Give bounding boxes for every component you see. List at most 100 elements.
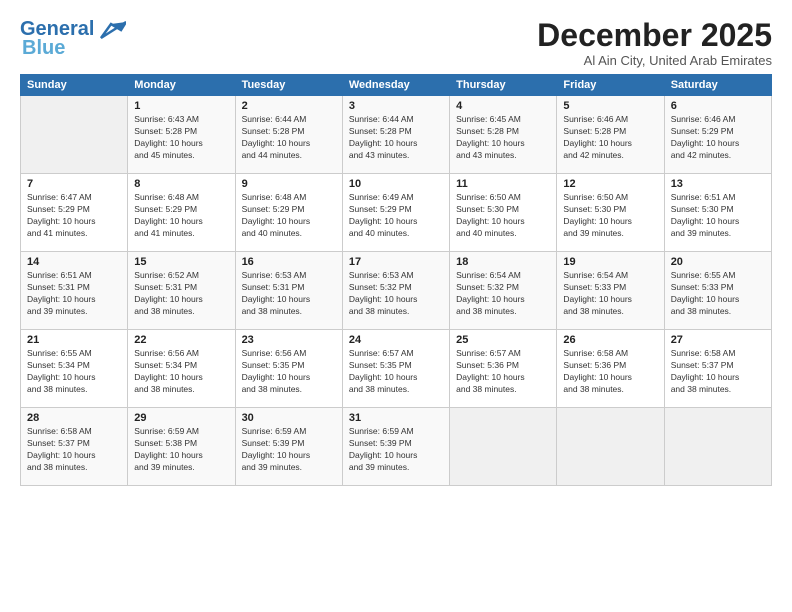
calendar-cell	[450, 408, 557, 486]
calendar-cell: 12 Sunrise: 6:50 AM Sunset: 5:30 PM Dayli…	[557, 174, 664, 252]
logo: General Blue	[20, 18, 126, 60]
calendar-cell: 14Sunrise: 6:51 AM Sunset: 5:31 PM Dayli…	[21, 252, 128, 330]
calendar-cell: 28 Sunrise: 6:58 AM Sunset: 5:37 PM Dayli…	[21, 408, 128, 486]
calendar-week-1: 1 Sunrise: 6:43 AM Sunset: 5:28 PM Daylig…	[21, 96, 772, 174]
weekday-header-row: Sunday Monday Tuesday Wednesday Thursday…	[21, 75, 772, 96]
day-number: 15	[134, 256, 228, 268]
calendar-cell: 21 Sunrise: 6:55 AM Sunset: 5:34 PM Dayli…	[21, 330, 128, 408]
calendar-cell: 2 Sunrise: 6:44 AM Sunset: 5:28 PM Daylig…	[235, 96, 342, 174]
day-number: 7	[27, 178, 121, 190]
day-number: 16	[242, 256, 336, 268]
header-sunday: Sunday	[21, 75, 128, 96]
day-number: 21	[27, 334, 121, 346]
day-info: Sunrise: 6:59 AM Sunset: 5:39 PM Dayligh…	[349, 426, 443, 474]
day-number: 11	[456, 178, 550, 190]
calendar-cell: 4Sunrise: 6:45 AM Sunset: 5:28 PM Daylig…	[450, 96, 557, 174]
calendar-week-5: 28 Sunrise: 6:58 AM Sunset: 5:37 PM Dayli…	[21, 408, 772, 486]
day-info: Sunrise: 6:46 AM Sunset: 5:29 PM Dayligh…	[671, 114, 765, 162]
day-info: Sunrise: 6:43 AM Sunset: 5:28 PM Dayligh…	[134, 114, 228, 162]
title-block: December 2025 Al Ain City, United Arab E…	[537, 18, 772, 68]
calendar-cell: 30 Sunrise: 6:59 AM Sunset: 5:39 PM Dayli…	[235, 408, 342, 486]
day-info: Sunrise: 6:58 AM Sunset: 5:37 PM Dayligh…	[671, 348, 765, 396]
calendar-cell: 3Sunrise: 6:44 AM Sunset: 5:28 PM Daylig…	[342, 96, 449, 174]
day-info: Sunrise: 6:52 AM Sunset: 5:31 PM Dayligh…	[134, 270, 228, 318]
calendar-cell: 15 Sunrise: 6:52 AM Sunset: 5:31 PM Dayli…	[128, 252, 235, 330]
day-number: 12	[563, 178, 657, 190]
day-number: 17	[349, 256, 443, 268]
day-info: Sunrise: 6:54 AM Sunset: 5:33 PM Dayligh…	[563, 270, 657, 318]
day-info: Sunrise: 6:46 AM Sunset: 5:28 PM Dayligh…	[563, 114, 657, 162]
calendar-cell: 11 Sunrise: 6:50 AM Sunset: 5:30 PM Dayli…	[450, 174, 557, 252]
day-number: 19	[563, 256, 657, 268]
calendar-cell	[557, 408, 664, 486]
day-info: Sunrise: 6:59 AM Sunset: 5:39 PM Dayligh…	[242, 426, 336, 474]
header-monday: Monday	[128, 75, 235, 96]
day-info: Sunrise: 6:44 AM Sunset: 5:28 PM Dayligh…	[242, 114, 336, 162]
day-number: 20	[671, 256, 765, 268]
day-info: Sunrise: 6:51 AM Sunset: 5:31 PM Dayligh…	[27, 270, 121, 318]
day-number: 27	[671, 334, 765, 346]
day-info: Sunrise: 6:57 AM Sunset: 5:36 PM Dayligh…	[456, 348, 550, 396]
header-wednesday: Wednesday	[342, 75, 449, 96]
logo-blue: Blue	[22, 37, 65, 60]
day-info: Sunrise: 6:51 AM Sunset: 5:30 PM Dayligh…	[671, 192, 765, 240]
calendar-week-3: 14Sunrise: 6:51 AM Sunset: 5:31 PM Dayli…	[21, 252, 772, 330]
header-saturday: Saturday	[664, 75, 771, 96]
calendar-cell: 6 Sunrise: 6:46 AM Sunset: 5:29 PM Daylig…	[664, 96, 771, 174]
calendar-cell: 23Sunrise: 6:56 AM Sunset: 5:35 PM Dayli…	[235, 330, 342, 408]
calendar-cell	[664, 408, 771, 486]
day-info: Sunrise: 6:57 AM Sunset: 5:35 PM Dayligh…	[349, 348, 443, 396]
calendar-cell: 29 Sunrise: 6:59 AM Sunset: 5:38 PM Dayli…	[128, 408, 235, 486]
day-info: Sunrise: 6:55 AM Sunset: 5:34 PM Dayligh…	[27, 348, 121, 396]
calendar-cell: 7Sunrise: 6:47 AM Sunset: 5:29 PM Daylig…	[21, 174, 128, 252]
calendar-cell: 13 Sunrise: 6:51 AM Sunset: 5:30 PM Dayli…	[664, 174, 771, 252]
calendar-cell: 18Sunrise: 6:54 AM Sunset: 5:32 PM Dayli…	[450, 252, 557, 330]
day-number: 13	[671, 178, 765, 190]
day-info: Sunrise: 6:48 AM Sunset: 5:29 PM Dayligh…	[242, 192, 336, 240]
day-info: Sunrise: 6:56 AM Sunset: 5:34 PM Dayligh…	[134, 348, 228, 396]
location: Al Ain City, United Arab Emirates	[537, 53, 772, 68]
day-info: Sunrise: 6:59 AM Sunset: 5:38 PM Dayligh…	[134, 426, 228, 474]
day-number: 2	[242, 100, 336, 112]
header-friday: Friday	[557, 75, 664, 96]
day-info: Sunrise: 6:58 AM Sunset: 5:37 PM Dayligh…	[27, 426, 121, 474]
day-number: 22	[134, 334, 228, 346]
day-info: Sunrise: 6:50 AM Sunset: 5:30 PM Dayligh…	[456, 192, 550, 240]
calendar-cell: 22 Sunrise: 6:56 AM Sunset: 5:34 PM Dayli…	[128, 330, 235, 408]
header: General Blue December 2025 Al Ain City, …	[20, 18, 772, 68]
calendar-cell: 27 Sunrise: 6:58 AM Sunset: 5:37 PM Dayli…	[664, 330, 771, 408]
day-info: Sunrise: 6:53 AM Sunset: 5:32 PM Dayligh…	[349, 270, 443, 318]
day-number: 23	[242, 334, 336, 346]
day-number: 29	[134, 412, 228, 424]
calendar-cell: 24Sunrise: 6:57 AM Sunset: 5:35 PM Dayli…	[342, 330, 449, 408]
day-info: Sunrise: 6:49 AM Sunset: 5:29 PM Dayligh…	[349, 192, 443, 240]
day-number: 31	[349, 412, 443, 424]
calendar-week-2: 7Sunrise: 6:47 AM Sunset: 5:29 PM Daylig…	[21, 174, 772, 252]
day-info: Sunrise: 6:55 AM Sunset: 5:33 PM Dayligh…	[671, 270, 765, 318]
calendar-cell: 5 Sunrise: 6:46 AM Sunset: 5:28 PM Daylig…	[557, 96, 664, 174]
day-number: 26	[563, 334, 657, 346]
logo-icon	[96, 20, 126, 40]
day-info: Sunrise: 6:53 AM Sunset: 5:31 PM Dayligh…	[242, 270, 336, 318]
calendar-cell: 9Sunrise: 6:48 AM Sunset: 5:29 PM Daylig…	[235, 174, 342, 252]
day-number: 10	[349, 178, 443, 190]
month-title: December 2025	[537, 18, 772, 53]
day-info: Sunrise: 6:54 AM Sunset: 5:32 PM Dayligh…	[456, 270, 550, 318]
page: General Blue December 2025 Al Ain City, …	[0, 0, 792, 612]
day-number: 25	[456, 334, 550, 346]
day-number: 30	[242, 412, 336, 424]
header-thursday: Thursday	[450, 75, 557, 96]
calendar-cell: 1 Sunrise: 6:43 AM Sunset: 5:28 PM Daylig…	[128, 96, 235, 174]
calendar-cell: 8Sunrise: 6:48 AM Sunset: 5:29 PM Daylig…	[128, 174, 235, 252]
calendar-cell: 31 Sunrise: 6:59 AM Sunset: 5:39 PM Dayli…	[342, 408, 449, 486]
day-number: 3	[349, 100, 443, 112]
day-number: 6	[671, 100, 765, 112]
calendar-table: Sunday Monday Tuesday Wednesday Thursday…	[20, 74, 772, 486]
calendar-week-4: 21 Sunrise: 6:55 AM Sunset: 5:34 PM Dayli…	[21, 330, 772, 408]
header-tuesday: Tuesday	[235, 75, 342, 96]
day-info: Sunrise: 6:58 AM Sunset: 5:36 PM Dayligh…	[563, 348, 657, 396]
day-number: 28	[27, 412, 121, 424]
day-number: 1	[134, 100, 228, 112]
day-info: Sunrise: 6:50 AM Sunset: 5:30 PM Dayligh…	[563, 192, 657, 240]
day-number: 5	[563, 100, 657, 112]
